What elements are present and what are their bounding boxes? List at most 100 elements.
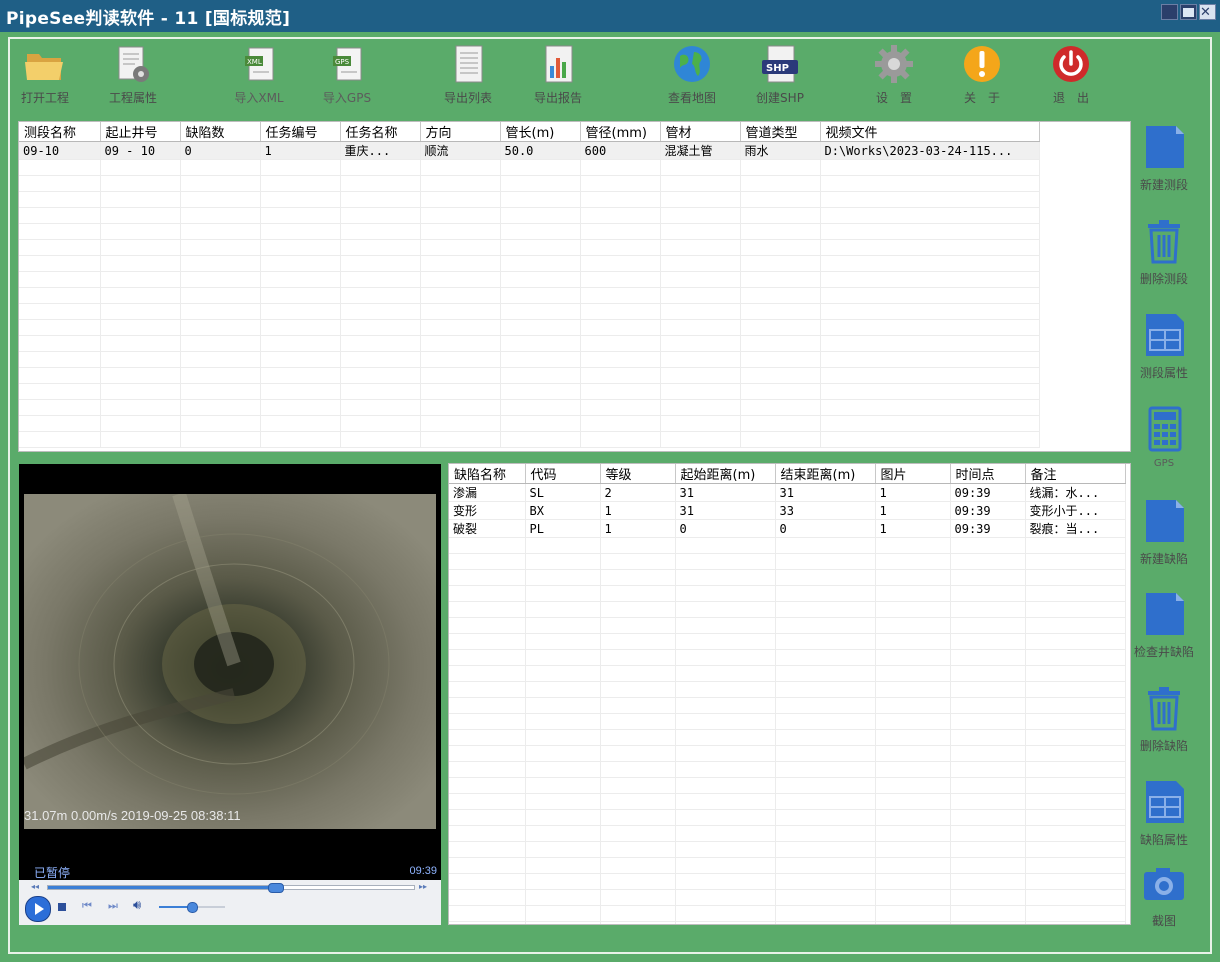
empty-cell bbox=[449, 697, 526, 714]
empty-cell bbox=[100, 303, 181, 320]
empty-cell bbox=[525, 761, 601, 778]
empty-cell bbox=[420, 271, 501, 288]
create-shp-button[interactable]: SHP 创建SHP bbox=[744, 44, 816, 108]
empty-cell bbox=[260, 319, 341, 336]
seek-bar[interactable] bbox=[47, 883, 415, 893]
close-button[interactable]: ✕ bbox=[1199, 4, 1216, 20]
empty-cell bbox=[260, 175, 341, 192]
exit-button[interactable]: 退 出 bbox=[1035, 44, 1107, 108]
info-exclamation-icon bbox=[960, 44, 1004, 86]
next-icon[interactable]: ⏭ bbox=[108, 899, 118, 913]
volume-slider[interactable] bbox=[159, 902, 225, 913]
column-header[interactable]: 管长(m) bbox=[500, 122, 581, 142]
column-header[interactable]: 代码 bbox=[525, 464, 601, 484]
delete-defect-button[interactable]: 删除缺陷 bbox=[1130, 685, 1198, 754]
project-properties-button[interactable]: 工程属性 bbox=[97, 44, 169, 108]
import-xml-button[interactable]: XML 导入XML bbox=[223, 44, 295, 108]
empty-cell bbox=[449, 553, 526, 570]
gps-button[interactable]: GPS bbox=[1130, 406, 1198, 469]
export-list-button[interactable]: 导出列表 bbox=[432, 44, 504, 108]
settings-button[interactable]: 设 置 bbox=[858, 44, 930, 108]
column-header[interactable]: 管材 bbox=[660, 122, 741, 142]
empty-cell bbox=[675, 601, 776, 618]
empty-cell bbox=[675, 697, 776, 714]
table-row[interactable]: 渗漏 SL 2 31 31 1 09:39 线漏：水... bbox=[449, 483, 1126, 502]
column-header[interactable]: 起止井号 bbox=[100, 122, 181, 142]
column-header[interactable]: 管道类型 bbox=[740, 122, 821, 142]
column-header[interactable]: 任务编号 bbox=[260, 122, 341, 142]
empty-cell bbox=[420, 239, 501, 256]
play-button[interactable] bbox=[25, 896, 51, 922]
empty-row bbox=[19, 351, 1040, 368]
column-header[interactable]: 备注 bbox=[1025, 464, 1126, 484]
column-header[interactable]: 管径(mm) bbox=[580, 122, 661, 142]
new-segment-button[interactable]: 新建测段 bbox=[1130, 124, 1198, 193]
defect-properties-button[interactable]: 缺陷属性 bbox=[1130, 779, 1198, 848]
about-button[interactable]: 关 于 bbox=[946, 44, 1018, 108]
delete-segment-button[interactable]: 删除测段 bbox=[1130, 218, 1198, 287]
empty-cell bbox=[950, 825, 1026, 842]
seek-handle[interactable] bbox=[268, 883, 284, 893]
volume-handle[interactable] bbox=[187, 902, 198, 913]
column-header[interactable]: 测段名称 bbox=[19, 122, 101, 142]
column-header[interactable]: 缺陷数 bbox=[180, 122, 261, 142]
empty-cell bbox=[875, 649, 951, 666]
fast-forward-icon[interactable]: ▸▸ bbox=[419, 882, 427, 891]
empty-cell bbox=[19, 431, 101, 448]
empty-cell bbox=[600, 745, 676, 762]
table-cell: 0 bbox=[180, 141, 261, 160]
column-header[interactable]: 视频文件 bbox=[820, 122, 1040, 142]
empty-row bbox=[449, 665, 1126, 682]
empty-cell bbox=[525, 841, 601, 858]
stop-icon[interactable] bbox=[58, 903, 66, 911]
screenshot-button[interactable]: 截图 bbox=[1130, 868, 1198, 929]
check-well-defect-button[interactable]: 检查井缺陷 bbox=[1130, 591, 1198, 660]
empty-cell bbox=[675, 745, 776, 762]
empty-cell bbox=[660, 191, 741, 208]
column-header[interactable]: 起始距离(m) bbox=[675, 464, 776, 484]
column-header[interactable]: 时间点 bbox=[950, 464, 1026, 484]
empty-cell bbox=[260, 159, 341, 176]
screenshot-label: 截图 bbox=[1151, 914, 1176, 928]
open-project-button[interactable]: 打开工程 bbox=[9, 44, 81, 108]
table-cell: D:\Works\2023-03-24-115... bbox=[820, 141, 1040, 160]
empty-cell bbox=[950, 729, 1026, 746]
table-row[interactable]: 破裂 PL 1 0 0 1 09:39 裂痕：当... bbox=[449, 519, 1126, 538]
window-title: PipeSee判读软件 - 11 [国标规范] bbox=[6, 9, 291, 29]
segment-properties-button[interactable]: 测段属性 bbox=[1130, 312, 1198, 381]
table-row[interactable]: 变形 BX 1 31 33 1 09:39 变形小于... bbox=[449, 501, 1126, 520]
new-defect-button[interactable]: 新建缺陷 bbox=[1130, 498, 1198, 567]
column-header[interactable]: 图片 bbox=[875, 464, 951, 484]
empty-cell bbox=[420, 223, 501, 240]
import-gps-button[interactable]: GPS 导入GPS bbox=[311, 44, 383, 108]
empty-cell bbox=[660, 223, 741, 240]
column-header[interactable]: 缺陷名称 bbox=[449, 464, 526, 484]
volume-icon[interactable]: 🔊︎ bbox=[133, 898, 141, 913]
column-header[interactable]: 任务名称 bbox=[340, 122, 421, 142]
table-cell: 2 bbox=[600, 483, 676, 502]
empty-row bbox=[19, 303, 1040, 320]
export-report-button[interactable]: 导出报告 bbox=[522, 44, 594, 108]
empty-cell bbox=[675, 777, 776, 794]
minimize-button[interactable] bbox=[1161, 4, 1178, 20]
table-cell: 09:39 bbox=[950, 483, 1026, 502]
empty-cell bbox=[180, 159, 261, 176]
empty-cell bbox=[100, 431, 181, 448]
table-row[interactable]: 09-10 09 - 10 0 1 重庆... 顺流 50.0 600 混凝土管… bbox=[19, 141, 1040, 160]
empty-cell bbox=[820, 207, 1040, 224]
previous-icon[interactable]: ⏮ bbox=[82, 899, 92, 913]
column-header[interactable]: 方向 bbox=[420, 122, 501, 142]
empty-cell bbox=[660, 367, 741, 384]
column-header[interactable]: 等级 bbox=[600, 464, 676, 484]
view-map-button[interactable]: 查看地图 bbox=[656, 44, 728, 108]
empty-cell bbox=[260, 383, 341, 400]
column-header[interactable]: 结束距离(m) bbox=[775, 464, 876, 484]
maximize-button[interactable] bbox=[1180, 4, 1197, 20]
empty-cell bbox=[580, 159, 661, 176]
empty-cell bbox=[525, 617, 601, 634]
video-player[interactable]: 31.07m 0.00m/s 2019-09-25 08:38:11 已暂停 0… bbox=[19, 464, 441, 925]
empty-cell bbox=[950, 777, 1026, 794]
empty-cell bbox=[180, 239, 261, 256]
empty-cell bbox=[875, 713, 951, 730]
rewind-icon[interactable]: ◂◂ bbox=[31, 882, 39, 891]
